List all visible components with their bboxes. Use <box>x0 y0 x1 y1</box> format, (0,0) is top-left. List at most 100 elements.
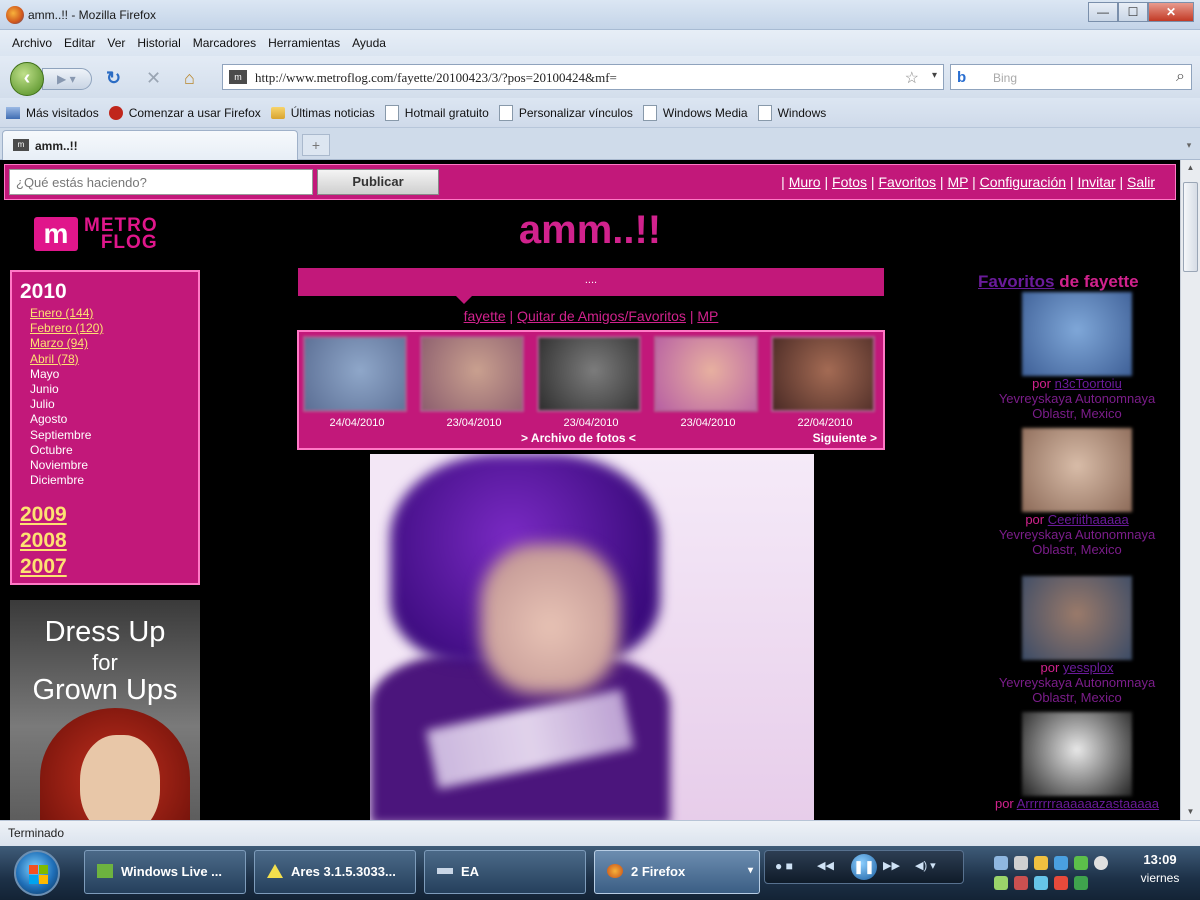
media-pause-icon[interactable]: ❚❚ <box>851 854 877 880</box>
tray-volume-icon[interactable] <box>1074 876 1088 890</box>
search-icon[interactable]: ⌕ <box>1176 68 1185 86</box>
photo-thumbnail[interactable] <box>537 336 641 412</box>
favorite-thumbnail[interactable] <box>1022 428 1132 512</box>
tab-list-icon[interactable]: ▾ <box>1182 134 1196 156</box>
start-button[interactable] <box>14 850 60 896</box>
tray-sync-icon[interactable] <box>1034 876 1048 890</box>
menu-ayuda[interactable]: Ayuda <box>352 36 386 50</box>
photo-thumbnail[interactable] <box>771 336 875 412</box>
photo-archive-link[interactable]: > Archivo de fotos < <box>521 431 636 445</box>
tray-alert-icon[interactable] <box>1054 876 1068 890</box>
photo-thumbnail-item[interactable]: 22/04/2010 <box>771 336 879 429</box>
taskbar-firefox[interactable]: 2 Firefox ▾ <box>594 850 760 894</box>
photo-thumbnail[interactable] <box>420 336 524 412</box>
bookmark-personalizar[interactable]: Personalizar vínculos <box>498 104 633 121</box>
bookmark-comenzar[interactable]: Comenzar a usar Firefox <box>108 105 261 120</box>
photo-thumbnail-item[interactable]: 23/04/2010 <box>420 336 528 429</box>
bookmark-mas-visitados[interactable]: Más visitados <box>6 106 99 120</box>
forward-button[interactable]: ▶ ▾ <box>42 68 92 90</box>
publish-button[interactable]: Publicar <box>317 169 439 195</box>
status-input[interactable]: ¿Qué estás haciendo? <box>9 169 313 195</box>
nav-link-invitar[interactable]: Invitar <box>1077 174 1115 190</box>
next-link[interactable]: Siguiente > <box>813 431 877 445</box>
tray-messenger-icon[interactable] <box>1074 856 1088 870</box>
menu-editar[interactable]: Editar <box>64 36 95 50</box>
nav-link-configuracion[interactable]: Configuración <box>980 174 1066 190</box>
url-text[interactable]: http://www.metroflog.com/fayette/2010042… <box>255 70 617 86</box>
archive-year-current[interactable]: 2010 <box>20 280 190 304</box>
search-bar[interactable]: b Bing ⌕ <box>950 64 1192 90</box>
media-prev-icon[interactable]: ◀◀ <box>817 859 834 872</box>
favorite-user-link[interactable]: n3cToortoiu <box>1055 376 1122 391</box>
archive-month[interactable]: Enero (144) <box>30 306 190 321</box>
favorite-thumbnail[interactable] <box>1022 292 1132 376</box>
menu-archivo[interactable]: Archivo <box>12 36 52 50</box>
bookmark-windows-media[interactable]: Windows Media <box>642 104 748 121</box>
scrollbar-thumb[interactable] <box>1183 182 1198 272</box>
tray-antivirus-icon[interactable] <box>994 876 1008 890</box>
tray-update-icon[interactable] <box>1054 856 1068 870</box>
archive-month[interactable]: Abril (78) <box>30 352 190 367</box>
photo-thumbnail[interactable] <box>303 336 407 412</box>
menu-herramientas[interactable]: Herramientas <box>268 36 340 50</box>
page-scrollbar[interactable]: ▲ ▼ <box>1180 160 1200 820</box>
nav-link-salir[interactable]: Salir <box>1127 174 1155 190</box>
url-dropdown-icon[interactable]: ▾ <box>932 70 937 81</box>
scroll-up-icon[interactable]: ▲ <box>1181 160 1200 176</box>
media-volume-icon[interactable]: ◀) ▾ <box>915 859 936 872</box>
archive-year-link[interactable]: 2007 <box>20 554 190 580</box>
metroflog-logo[interactable]: m METRO FLOG <box>34 214 158 254</box>
nav-link-favoritos[interactable]: Favoritos <box>878 174 936 190</box>
menu-ver[interactable]: Ver <box>107 36 125 50</box>
taskbar-clock[interactable]: 13:09 viernes <box>1130 852 1190 885</box>
photo-thumbnail-item[interactable]: 23/04/2010 <box>537 336 645 429</box>
favorite-thumbnail[interactable] <box>1022 712 1132 796</box>
bookmark-ultimas-noticias[interactable]: Últimas noticias <box>270 106 375 120</box>
tray-clock-app-icon[interactable] <box>1094 856 1108 870</box>
scroll-down-icon[interactable]: ▼ <box>1181 804 1200 820</box>
favorite-thumbnail[interactable] <box>1022 576 1132 660</box>
favorite-user-link[interactable]: yessplox <box>1063 660 1114 675</box>
stop-icon[interactable]: ✕ <box>146 68 161 88</box>
main-photo[interactable] <box>370 454 814 820</box>
nav-link-mp[interactable]: MP <box>947 174 968 190</box>
favorite-user-link[interactable]: Arrrrrrraaaaaazastaaaaa <box>1017 796 1159 811</box>
bookmark-star-icon[interactable]: ☆ <box>905 68 919 88</box>
url-bar[interactable]: m http://www.metroflog.com/fayette/20100… <box>222 64 944 90</box>
photo-thumbnail-item[interactable]: 24/04/2010 <box>303 336 411 429</box>
taskbar-windows-live[interactable]: Windows Live ... <box>84 850 246 894</box>
close-button[interactable]: ✕ <box>1148 2 1194 22</box>
search-placeholder[interactable]: Bing <box>993 71 1017 85</box>
nav-link-fotos[interactable]: Fotos <box>832 174 867 190</box>
taskbar-ares[interactable]: Ares 3.1.5.3033... <box>254 850 416 894</box>
archive-month[interactable]: Marzo (94) <box>30 336 190 351</box>
favorite-user-link[interactable]: Ceeriithaaaaa <box>1048 512 1129 527</box>
reload-icon[interactable]: ↻ <box>106 68 121 88</box>
bing-icon[interactable]: b <box>957 69 966 86</box>
tray-security-icon[interactable] <box>1014 876 1028 890</box>
bookmark-hotmail[interactable]: Hotmail gratuito <box>384 104 489 121</box>
menu-marcadores[interactable]: Marcadores <box>193 36 256 50</box>
menu-historial[interactable]: Historial <box>137 36 180 50</box>
nav-link-muro[interactable]: Muro <box>789 174 821 190</box>
media-player-toolbar[interactable]: ● ■ ◀◀ ❚❚ ▶▶ ◀) ▾ <box>764 850 964 884</box>
archive-year-link[interactable]: 2009 <box>20 502 190 528</box>
new-tab-button[interactable]: + <box>302 134 330 156</box>
taskbar-ea[interactable]: EA <box>424 850 586 894</box>
advertisement-banner[interactable]: Dress Up for Grown Ups <box>10 600 200 820</box>
favorites-link[interactable]: Favoritos <box>978 272 1055 291</box>
archive-month[interactable]: Febrero (120) <box>30 321 190 336</box>
maximize-button[interactable]: ☐ <box>1118 2 1148 22</box>
back-button[interactable]: ‹ <box>10 62 44 96</box>
minimize-button[interactable]: — <box>1088 2 1118 22</box>
tray-music-icon[interactable] <box>1034 856 1048 870</box>
remove-friend-link[interactable]: Quitar de Amigos/Favoritos <box>517 308 686 324</box>
archive-year-link[interactable]: 2008 <box>20 528 190 554</box>
media-next-icon[interactable]: ▶▶ <box>883 859 900 872</box>
home-icon[interactable]: ⌂ <box>184 68 195 88</box>
photo-thumbnail-item[interactable]: 23/04/2010 <box>654 336 762 429</box>
user-link[interactable]: fayette <box>464 308 506 324</box>
tray-app-icon[interactable] <box>1014 856 1028 870</box>
media-stop-icon[interactable]: ● ■ <box>775 859 793 873</box>
mp-link[interactable]: MP <box>697 308 718 324</box>
